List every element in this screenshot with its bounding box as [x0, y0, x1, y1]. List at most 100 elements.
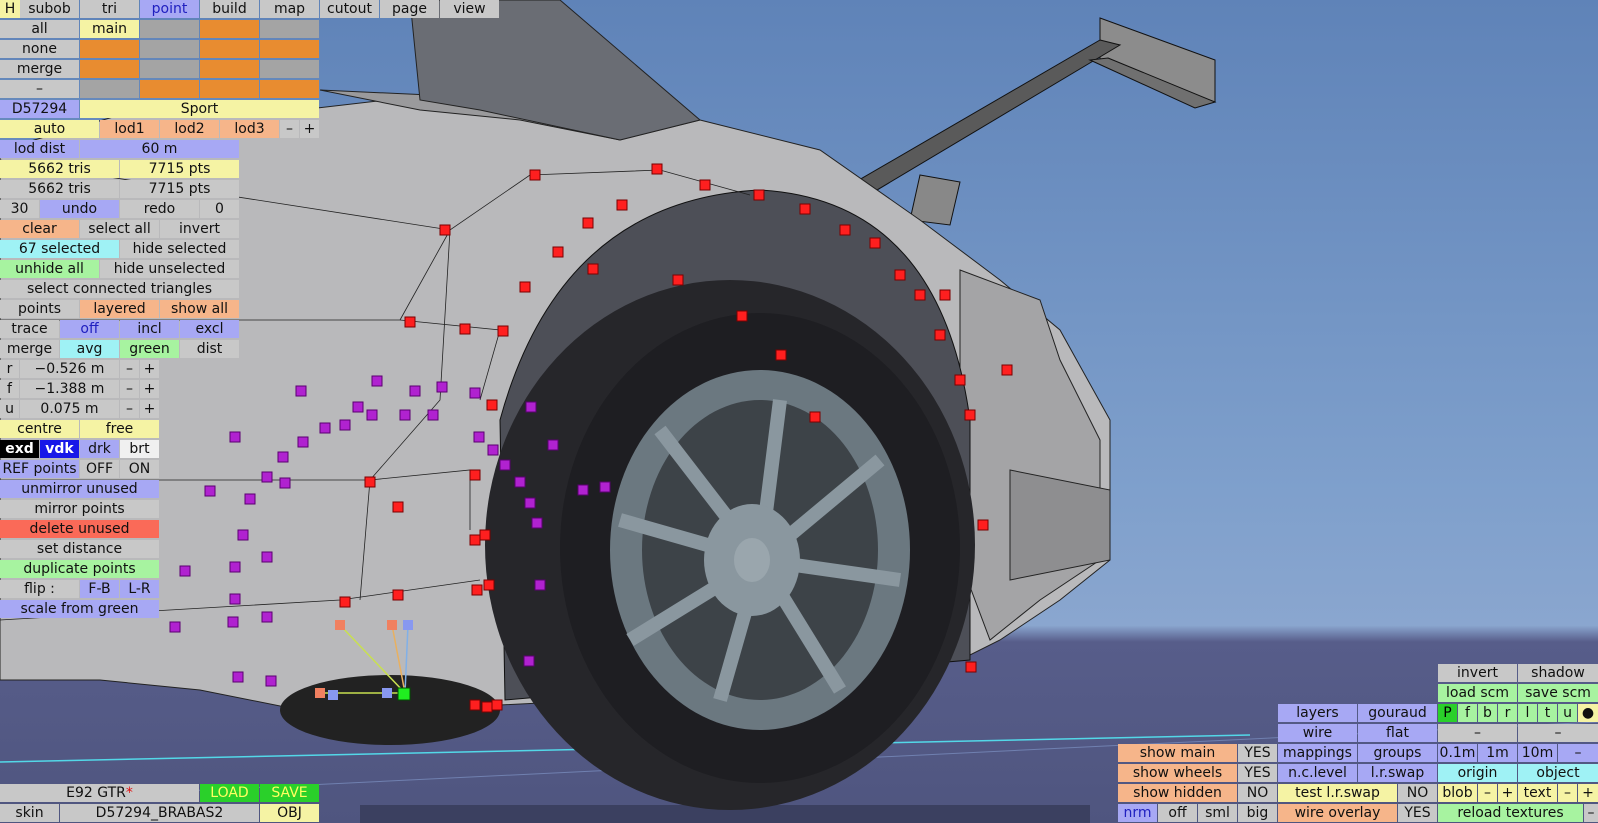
show-main-toggle[interactable]: YES: [1238, 744, 1277, 762]
mirror-points-button[interactable]: mirror points: [0, 500, 159, 518]
coord-plus-button[interactable]: +: [140, 400, 159, 418]
coord-minus-button[interactable]: –: [120, 360, 139, 378]
mode-vdk-button[interactable]: vdk: [40, 440, 79, 458]
tab-cutout[interactable]: cutout: [320, 0, 379, 18]
wire-button[interactable]: wire: [1278, 724, 1357, 742]
merge-dist-button[interactable]: dist: [180, 340, 239, 358]
test-lr-swap-button[interactable]: test l.r.swap: [1278, 784, 1397, 802]
tab-build[interactable]: build: [200, 0, 259, 18]
layer-slot[interactable]: [200, 40, 259, 58]
show-wheels-button[interactable]: show wheels: [1118, 764, 1237, 782]
tab-page[interactable]: page: [380, 0, 439, 18]
mode-drk-button[interactable]: drk: [80, 440, 119, 458]
step-1m-button[interactable]: 1m: [1478, 744, 1517, 762]
tab-map[interactable]: map: [260, 0, 319, 18]
lod3-button[interactable]: lod3: [220, 120, 279, 138]
shadow-button[interactable]: shadow: [1518, 664, 1598, 682]
load-button[interactable]: LOAD: [200, 784, 259, 802]
test-lr-swap-toggle[interactable]: NO: [1398, 784, 1437, 802]
invert-selection-button[interactable]: invert: [160, 220, 239, 238]
layer-slot[interactable]: [200, 80, 259, 98]
delete-unused-button[interactable]: delete unused: [0, 520, 159, 538]
model-id[interactable]: D57294: [0, 100, 79, 118]
show-main-button[interactable]: show main: [1118, 744, 1237, 762]
step-10m-button[interactable]: 10m: [1518, 744, 1557, 762]
layer-slot[interactable]: [140, 80, 199, 98]
step-minus-button[interactable]: –: [1558, 744, 1598, 762]
layer-slot[interactable]: [260, 60, 319, 78]
lod1-button[interactable]: lod1: [100, 120, 159, 138]
mappings-button[interactable]: mappings: [1278, 744, 1357, 762]
invert-view-button[interactable]: invert: [1438, 664, 1517, 682]
hide-unselected-button[interactable]: hide unselected: [100, 260, 239, 278]
size-nrm-button[interactable]: nrm: [1118, 804, 1157, 822]
lod-dist-value[interactable]: 60 m: [80, 140, 239, 158]
flat-button[interactable]: flat: [1358, 724, 1437, 742]
layer-none-button[interactable]: none: [0, 40, 79, 58]
unhide-all-button[interactable]: unhide all: [0, 260, 99, 278]
load-scm-button[interactable]: load scm: [1438, 684, 1517, 702]
tab-tri[interactable]: tri: [80, 0, 139, 18]
coord-minus-button[interactable]: –: [120, 380, 139, 398]
model-variant[interactable]: Sport: [80, 100, 319, 118]
lod-auto-button[interactable]: auto: [0, 120, 99, 138]
layer-all-button[interactable]: all: [0, 20, 79, 38]
reload-minus-button[interactable]: –: [1584, 804, 1598, 822]
tab-view[interactable]: view: [440, 0, 499, 18]
coord-value[interactable]: 0.075 m: [20, 400, 119, 418]
layer-dash-button[interactable]: –: [0, 80, 79, 98]
layer-main-button[interactable]: main: [80, 20, 139, 38]
redo-button[interactable]: redo: [120, 200, 199, 218]
layer-slot[interactable]: [140, 20, 199, 38]
object-button[interactable]: object: [1518, 764, 1598, 782]
layer-slot[interactable]: [260, 20, 319, 38]
merge-avg-button[interactable]: avg: [60, 340, 119, 358]
save-button[interactable]: SAVE: [260, 784, 319, 802]
help-button[interactable]: H: [0, 0, 20, 18]
lod-plus-button[interactable]: +: [300, 120, 319, 138]
layer-merge-button[interactable]: merge: [0, 60, 79, 78]
layered-button[interactable]: layered: [80, 300, 159, 318]
ref-on-button[interactable]: ON: [120, 460, 159, 478]
flip-lr-button[interactable]: L-R: [120, 580, 159, 598]
view-l-button[interactable]: l: [1518, 704, 1537, 722]
layer-slot[interactable]: [80, 40, 139, 58]
step-0-1m-button[interactable]: 0.1m: [1438, 744, 1477, 762]
blob-plus-button[interactable]: +: [1498, 784, 1517, 802]
layer-slot[interactable]: [260, 80, 319, 98]
layer-slot[interactable]: [140, 60, 199, 78]
blob-minus-button[interactable]: –: [1478, 784, 1497, 802]
hide-selected-button[interactable]: hide selected: [120, 240, 239, 258]
tab-subob[interactable]: subob: [20, 0, 79, 18]
text-minus-button[interactable]: –: [1558, 784, 1577, 802]
view-u-button[interactable]: u: [1558, 704, 1577, 722]
coord-value[interactable]: −0.526 m: [20, 360, 119, 378]
select-all-button[interactable]: select all: [80, 220, 159, 238]
show-hidden-toggle[interactable]: NO: [1238, 784, 1277, 802]
trace-excl-button[interactable]: excl: [180, 320, 239, 338]
layers-button[interactable]: layers: [1278, 704, 1357, 722]
clear-button[interactable]: clear: [0, 220, 79, 238]
coord-plus-button[interactable]: +: [140, 360, 159, 378]
reload-textures-button[interactable]: reload textures: [1438, 804, 1583, 822]
size-big-button[interactable]: big: [1238, 804, 1277, 822]
nc-level-button[interactable]: n.c.level: [1278, 764, 1357, 782]
duplicate-points-button[interactable]: duplicate points: [0, 560, 159, 578]
set-distance-button[interactable]: set distance: [0, 540, 159, 558]
view-f-button[interactable]: f: [1458, 704, 1477, 722]
mode-brt-button[interactable]: brt: [120, 440, 159, 458]
gouraud-button[interactable]: gouraud: [1358, 704, 1437, 722]
show-wheels-toggle[interactable]: YES: [1238, 764, 1277, 782]
layer-slot[interactable]: [80, 80, 139, 98]
trace-off-button[interactable]: off: [60, 320, 119, 338]
points-button[interactable]: points: [0, 300, 79, 318]
coord-value[interactable]: −1.388 m: [20, 380, 119, 398]
free-button[interactable]: free: [80, 420, 159, 438]
wire-overlay-button[interactable]: wire overlay: [1278, 804, 1397, 822]
mode-exd-button[interactable]: exd: [0, 440, 39, 458]
view-t-button[interactable]: t: [1538, 704, 1557, 722]
skin-name[interactable]: D57294_BRABAS2: [60, 804, 259, 822]
select-connected-button[interactable]: select connected triangles: [0, 280, 239, 298]
coord-plus-button[interactable]: +: [140, 380, 159, 398]
layer-slot[interactable]: [80, 60, 139, 78]
